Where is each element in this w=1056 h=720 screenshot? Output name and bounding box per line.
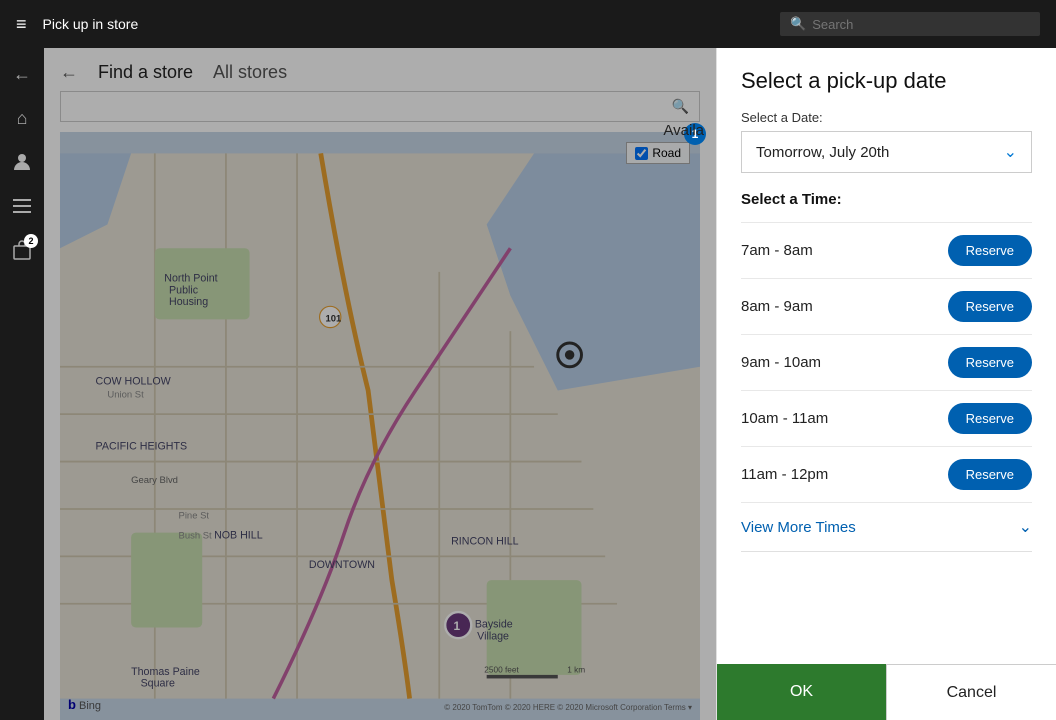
store-search-input[interactable] <box>71 99 672 115</box>
view-more-row[interactable]: View More Times ⌄ <box>741 503 1032 552</box>
time-slots: 7am - 8amReserve8am - 9amReserve9am - 10… <box>741 222 1032 503</box>
svg-text:Housing: Housing <box>169 296 208 308</box>
svg-text:Thomas Paine: Thomas Paine <box>131 666 200 678</box>
pickup-panel: Select a pick-up date Select a Date: Tom… <box>716 48 1056 720</box>
road-checkbox[interactable]: Road <box>626 142 690 164</box>
svg-text:Bush St: Bush St <box>179 531 213 542</box>
bag-icon[interactable]: 2 <box>4 232 40 268</box>
reserve-button-1[interactable]: Reserve <box>948 291 1032 322</box>
reserve-button-4[interactable]: Reserve <box>948 459 1032 490</box>
select-date-label: Select a Date: <box>741 110 1032 125</box>
store-search-bar[interactable]: 🔍 <box>60 91 700 122</box>
map-footer-text: © 2020 TomTom © 2020 HERE © 2020 Microso… <box>444 703 692 712</box>
svg-text:RINCON HILL: RINCON HILL <box>451 536 519 548</box>
svg-text:1: 1 <box>453 619 460 633</box>
svg-text:Pine St: Pine St <box>179 510 210 521</box>
person-icon[interactable] <box>4 144 40 180</box>
store-finder: ← Find a store All stores 🔍 <box>44 48 716 720</box>
map-container: North Point Public Housing COW HOLLOW Un… <box>60 132 700 720</box>
svg-text:COW HOLLOW: COW HOLLOW <box>96 376 172 388</box>
time-slot-label-2: 9am - 10am <box>741 354 821 371</box>
svg-text:North Point: North Point <box>164 272 217 284</box>
all-stores-button[interactable]: All stores <box>213 62 287 83</box>
search-bar[interactable]: 🔍 <box>780 12 1040 36</box>
hamburger-icon[interactable]: ≡ <box>16 14 27 35</box>
back-sidebar-icon[interactable]: ← <box>4 56 40 92</box>
ok-button[interactable]: OK <box>717 664 886 720</box>
app-title: Pick up in store <box>43 16 780 32</box>
svg-text:Bayside: Bayside <box>475 618 513 630</box>
home-icon[interactable]: ⌂ <box>4 100 40 136</box>
time-slot-label-0: 7am - 8am <box>741 242 813 259</box>
select-time-label: Select a Time: <box>741 191 1032 208</box>
search-icon: 🔍 <box>790 16 806 32</box>
time-slot-row-0: 7am - 8am Reserve <box>741 222 1032 279</box>
svg-text:Union St: Union St <box>107 390 144 401</box>
reserve-button-2[interactable]: Reserve <box>948 347 1032 378</box>
time-slot-row-4: 11am - 12pm Reserve <box>741 447 1032 503</box>
svg-text:101: 101 <box>325 314 341 325</box>
cart-badge: 2 <box>24 234 38 248</box>
date-dropdown[interactable]: Tomorrow, July 20th ⌄ <box>741 131 1032 173</box>
svg-text:PACIFIC HEIGHTS: PACIFIC HEIGHTS <box>96 441 188 453</box>
view-more-chevron: ⌄ <box>1019 517 1032 537</box>
time-slot-row-1: 8am - 9am Reserve <box>741 279 1032 335</box>
time-slot-label-4: 11am - 12pm <box>741 466 828 483</box>
view-more-text: View More Times <box>741 519 856 536</box>
pickup-title: Select a pick-up date <box>741 68 1032 94</box>
store-search-icon: 🔍 <box>672 98 689 115</box>
store-finder-title: Find a store <box>98 62 193 83</box>
back-button[interactable]: ← <box>60 62 78 83</box>
reserve-button-0[interactable]: Reserve <box>948 235 1032 266</box>
svg-text:Square: Square <box>141 678 175 690</box>
store-finder-header: ← Find a store All stores <box>44 48 716 91</box>
svg-text:DOWNTOWN: DOWNTOWN <box>309 559 375 571</box>
svg-text:Geary Blvd: Geary Blvd <box>131 475 178 486</box>
date-dropdown-chevron: ⌄ <box>1004 142 1017 162</box>
available-label: Availa <box>663 122 704 139</box>
road-checkbox-input[interactable] <box>635 147 648 160</box>
time-slot-row-3: 10am - 11am Reserve <box>741 391 1032 447</box>
sidebar: ← ⌂ 2 <box>0 48 44 720</box>
search-input[interactable] <box>812 17 1030 32</box>
time-slot-label-3: 10am - 11am <box>741 410 828 427</box>
reserve-button-3[interactable]: Reserve <box>948 403 1032 434</box>
panel-footer: OK Cancel <box>717 664 1056 720</box>
bing-logo: b Bing <box>68 697 101 712</box>
time-slot-label-1: 8am - 9am <box>741 298 813 315</box>
road-label: Road <box>652 146 681 160</box>
top-nav: ≡ Pick up in store 🔍 <box>0 0 1056 48</box>
svg-text:2500 feet: 2500 feet <box>484 665 519 675</box>
menu-lines-icon[interactable] <box>4 188 40 224</box>
main-content: ← ⌂ 2 ← Find a store All stores 🔍 <box>0 48 1056 720</box>
cancel-button[interactable]: Cancel <box>886 664 1056 720</box>
selected-date-text: Tomorrow, July 20th <box>756 144 889 161</box>
svg-text:Public: Public <box>169 284 199 296</box>
svg-text:NOB HILL: NOB HILL <box>214 530 263 542</box>
svg-text:Village: Village <box>477 630 509 642</box>
svg-text:1 km: 1 km <box>567 665 585 675</box>
time-slot-row-2: 9am - 10am Reserve <box>741 335 1032 391</box>
